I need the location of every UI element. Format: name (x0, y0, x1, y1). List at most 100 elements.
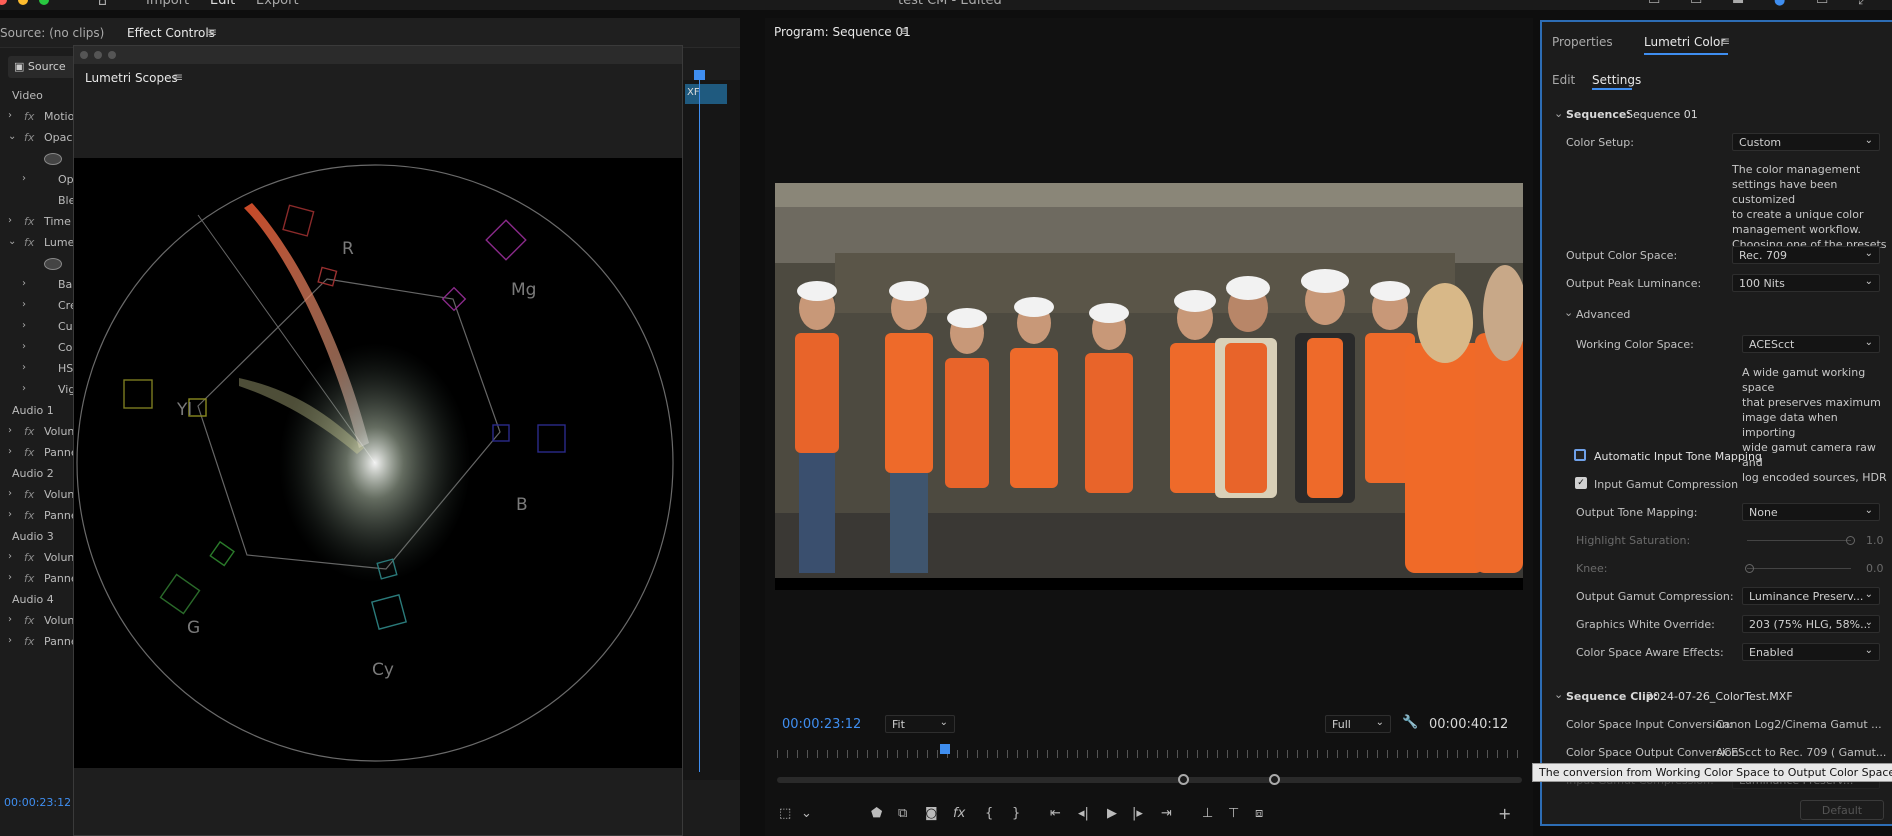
close-window-button[interactable] (0, 0, 7, 5)
fx-icon[interactable]: fx (24, 215, 34, 228)
scopes-minimize-button[interactable] (94, 51, 102, 59)
fx-icon[interactable]: fx (24, 509, 34, 522)
timeline-clip[interactable]: XF (685, 84, 727, 104)
compare-view-icon[interactable]: ⧈ (1255, 806, 1263, 821)
fx-icon[interactable]: fx (24, 488, 34, 501)
go-to-in-icon[interactable]: ⇤ (1050, 806, 1061, 821)
auto-tone-mapping-label[interactable]: Automatic Input Tone Mapping (1594, 450, 1762, 463)
effect-row[interactable]: › fx Volun (0, 611, 80, 631)
effect-row[interactable]: › fx Panne (0, 632, 80, 652)
collab-icon[interactable]: ● (1774, 0, 1785, 8)
output-peak-select[interactable]: 100 Nits ⌄ (1732, 274, 1880, 292)
chevron-right-icon[interactable]: › (22, 173, 26, 184)
chevron-right-icon[interactable]: › (22, 278, 26, 289)
effect-row[interactable]: › Op (0, 170, 80, 190)
graphics-white-select[interactable]: 203 (75% HLG, 58%... ⌄ (1742, 615, 1880, 633)
scopes-close-button[interactable] (80, 51, 88, 59)
output-color-space-select[interactable]: Rec. 709 ⌄ (1732, 246, 1880, 264)
tab-properties[interactable]: Properties (1552, 35, 1613, 49)
chevron-right-icon[interactable]: › (8, 614, 12, 625)
nav-import[interactable]: Import (146, 0, 189, 8)
default-button[interactable]: Default (1800, 800, 1884, 820)
quick-export-icon[interactable]: ▭ (1690, 0, 1702, 8)
chevron-right-icon[interactable]: › (22, 341, 26, 352)
effect-row[interactable]: › Ba (0, 275, 80, 295)
minimize-window-button[interactable] (18, 0, 28, 5)
working-cs-select[interactable]: ACEScct ⌄ (1742, 335, 1880, 353)
progress-icon[interactable]: ▬ (1732, 0, 1744, 8)
chevron-down-icon[interactable]: ⌄ (801, 806, 812, 821)
fx-icon[interactable]: fx (24, 425, 34, 438)
effect-row[interactable]: › Co (0, 338, 80, 358)
scopes-maximize-button[interactable] (108, 51, 116, 59)
chevron-right-icon[interactable]: › (22, 383, 26, 394)
zoom-scrollbar[interactable] (777, 777, 1522, 783)
fx-icon[interactable]: fx (24, 614, 34, 627)
chevron-right-icon[interactable]: › (8, 215, 12, 226)
effect-row[interactable]: › fx Volun (0, 548, 80, 568)
wrench-icon[interactable]: 🔧 (1402, 715, 1418, 730)
chevron-right-icon[interactable]: › (8, 509, 12, 520)
mask-ellipse-row[interactable] (0, 149, 80, 169)
program-menu-icon[interactable]: ≡ (899, 24, 909, 38)
cs-output-value[interactable]: ACEScct to Rec. 709 ( Gamut... (1716, 746, 1886, 759)
effect-row[interactable]: › fx Panne (0, 506, 80, 526)
chevron-down-icon[interactable]: ⌄ (8, 236, 16, 247)
fx-icon[interactable]: fx (24, 572, 34, 585)
mark-in-icon[interactable]: { (985, 806, 993, 821)
nav-export[interactable]: Export (256, 0, 299, 8)
chevron-right-icon[interactable]: › (8, 572, 12, 583)
zoom-scrollbar-handle-right[interactable] (1269, 774, 1280, 785)
comments-icon[interactable]: ▭ (1816, 0, 1828, 8)
effect-row[interactable]: › fx Panne (0, 569, 80, 589)
time-ruler[interactable] (777, 750, 1527, 758)
chevron-right-icon[interactable]: › (22, 362, 26, 373)
effect-row[interactable]: › Vig (0, 380, 80, 400)
panel-menu-icon[interactable]: ≡ (207, 25, 217, 39)
add-button-icon[interactable]: + (1498, 804, 1511, 823)
gamut-compression-checkbox[interactable]: ✓ (1575, 477, 1587, 489)
mark-out-icon[interactable]: } (1012, 806, 1020, 821)
fx-icon[interactable]: fx (24, 110, 34, 123)
effect-row[interactable]: ⌄ fx Opaci (0, 128, 80, 148)
playhead-handle[interactable] (694, 70, 705, 80)
effect-row[interactable]: › fx Volun (0, 422, 80, 442)
program-video-frame[interactable] (775, 183, 1527, 590)
fx-icon[interactable]: fx (24, 236, 34, 249)
chevron-right-icon[interactable]: › (8, 551, 12, 562)
zoom-scrollbar-handle-left[interactable] (1178, 774, 1189, 785)
chevron-down-icon[interactable]: ⌄ (1564, 306, 1573, 319)
zoom-select[interactable]: Fit ⌄ (885, 715, 955, 733)
mask-ellipse-row[interactable] (0, 254, 80, 274)
lift-icon[interactable]: ⊥ (1202, 806, 1213, 821)
export-frame-icon[interactable]: ⧉ (898, 806, 907, 821)
chevron-right-icon[interactable]: › (8, 446, 12, 457)
chevron-right-icon[interactable]: › (8, 425, 12, 436)
effect-row[interactable]: ⌄ fx Lume (0, 233, 80, 253)
extract-icon[interactable]: ⊤ (1228, 806, 1239, 821)
effect-row[interactable]: › Cu (0, 317, 80, 337)
tab-effect-controls[interactable]: Effect Controls (127, 26, 215, 40)
chevron-down-icon[interactable]: ⌄ (1554, 107, 1563, 120)
tab-source[interactable]: Source: (no clips) (0, 26, 104, 40)
maximize-window-button[interactable] (39, 0, 49, 5)
fullscreen-icon[interactable]: ⤢ (1858, 0, 1868, 8)
safe-margins-icon[interactable]: ⬚ (779, 806, 791, 821)
cs-input-value[interactable]: Canon Log2/Cinema Gamut ... (1716, 718, 1882, 731)
effect-row[interactable]: › fx Motio (0, 107, 80, 127)
fx-icon[interactable]: fx (24, 635, 34, 648)
program-current-timecode[interactable]: 00:00:23:12 (782, 717, 861, 732)
chevron-right-icon[interactable]: › (22, 320, 26, 331)
workspace-icon[interactable]: ▭ (1648, 0, 1660, 8)
scopes-menu-icon[interactable]: ≡ (173, 70, 183, 84)
effect-row[interactable]: › fx Time (0, 212, 80, 232)
scopes-titlebar[interactable] (74, 46, 682, 64)
output-gamut-select[interactable]: Luminance Preserv... ⌄ (1742, 587, 1880, 605)
lumetri-menu-icon[interactable]: ≡ (1720, 34, 1730, 48)
effect-row[interactable]: Ble (0, 191, 80, 211)
fx-icon[interactable]: fx (24, 551, 34, 564)
chevron-right-icon[interactable]: › (8, 110, 12, 121)
program-playhead[interactable] (940, 744, 950, 754)
fx-icon[interactable]: fx (953, 806, 965, 821)
color-setup-select[interactable]: Custom ⌄ (1732, 133, 1880, 151)
